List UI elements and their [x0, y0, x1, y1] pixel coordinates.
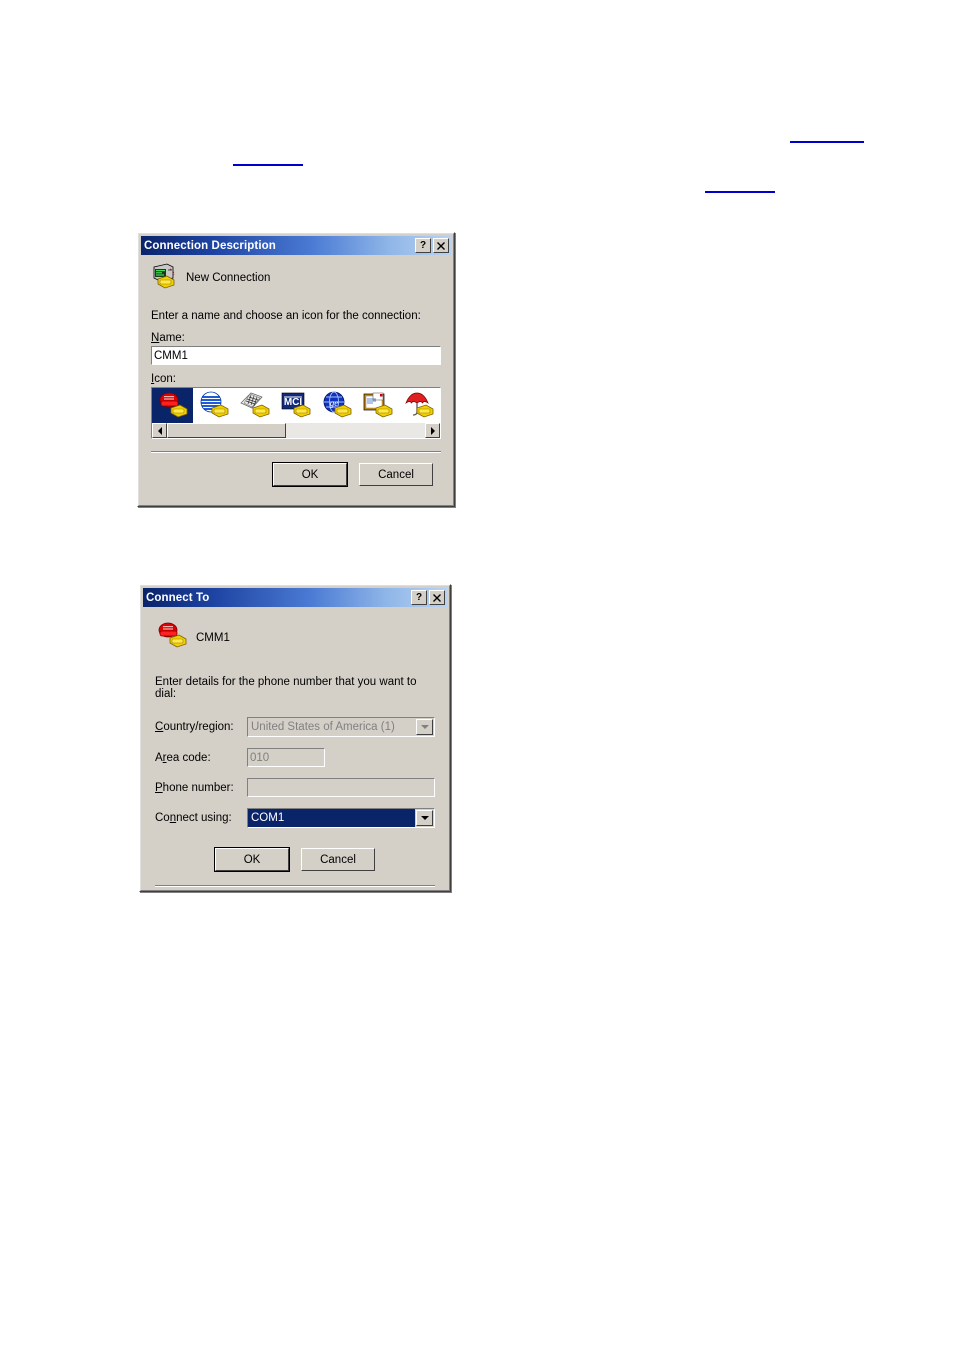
titlebar-title: Connect To — [146, 591, 210, 604]
connect-using-value: COM1 — [248, 809, 415, 827]
icon-notepad-documents — [363, 392, 393, 418]
country-region-control: United States of America (1) — [247, 717, 435, 737]
country-region-combobox[interactable]: United States of America (1) — [247, 717, 435, 737]
country-region-row: Country/region: United States of America… — [155, 717, 435, 737]
dialog-inner-frame: Connection Description ? New Connection … — [138, 233, 454, 506]
titlebar-title: Connection Description — [144, 239, 276, 252]
country-region-label-rest: ountry/region: — [163, 721, 234, 733]
cancel-button[interactable]: Cancel — [359, 463, 433, 486]
name-label-rest: ame: — [159, 332, 185, 344]
icon-list-item-mci[interactable]: MCI — [275, 388, 316, 424]
ok-button[interactable]: OK — [272, 462, 348, 487]
icon-red-telephone — [159, 392, 187, 418]
icon-list-item-red-telephone[interactable] — [152, 388, 194, 424]
document-hyperlink-left[interactable] — [233, 164, 303, 166]
header-caption: New Connection — [186, 271, 271, 284]
connect-using-label-rest: nect using: — [176, 812, 232, 824]
icon-mci-logo: MCI — [281, 392, 311, 418]
icon-blue-globe-stripes — [200, 391, 229, 418]
scrollbar-thumb[interactable] — [167, 423, 286, 438]
name-input[interactable]: CMM1 — [151, 346, 441, 365]
red-telephone-modem-icon — [155, 621, 189, 654]
icon-listbox[interactable]: MCI ge — [151, 387, 441, 439]
close-icon[interactable] — [429, 590, 445, 605]
phone-number-label: Phone number: — [155, 782, 247, 794]
connect-using-row: Connect using: COM1 — [155, 808, 435, 828]
area-code-label-pre: A — [155, 751, 163, 764]
icon-list-item-blue-globe[interactable] — [193, 388, 234, 424]
icon-strip: MCI ge — [152, 388, 440, 424]
connect-using-combobox[interactable]: COM1 — [247, 808, 435, 828]
chevron-down-icon[interactable] — [416, 719, 433, 735]
area-code-label: Area code: — [155, 752, 247, 764]
connect-to-dialog: Connect To ? CMM1 Enter details for the … — [139, 584, 451, 892]
connect-using-control: COM1 — [247, 808, 435, 828]
scrollbar-track[interactable] — [167, 423, 425, 438]
dialog-button-row: OK Cancel — [155, 847, 435, 872]
dialog-prompt: Enter a name and choose an icon for the … — [151, 310, 421, 322]
close-x-glyph — [433, 593, 441, 602]
icon-list-item-red-umbrella[interactable] — [399, 388, 440, 424]
area-code-value: 010 — [250, 751, 270, 764]
titlebar[interactable]: Connect To ? — [143, 588, 447, 607]
dialog-header-row: CMM1 — [155, 621, 435, 654]
country-region-value: United States of America (1) — [251, 721, 395, 733]
icon-list-item-notepad[interactable] — [358, 388, 399, 424]
close-icon[interactable] — [433, 238, 449, 253]
cancel-button[interactable]: Cancel — [301, 848, 375, 871]
connection-description-dialog: Connection Description ? New Connection … — [137, 232, 455, 507]
scroll-left-icon[interactable] — [152, 423, 167, 438]
area-code-label-rest: ea code: — [166, 751, 211, 764]
area-code-input[interactable]: 010 — [247, 748, 325, 767]
area-code-row: Area code: 010 — [155, 748, 435, 767]
icon-checkered-pages — [240, 392, 270, 418]
help-icon[interactable]: ? — [415, 238, 431, 253]
header-caption: CMM1 — [196, 631, 230, 644]
new-connection-modem-icon — [151, 263, 179, 292]
country-region-label: Country/region: — [155, 721, 247, 733]
connect-using-label-pre: Co — [155, 812, 170, 824]
svg-text:ge: ge — [330, 398, 339, 408]
icon-label-rest: con: — [154, 373, 176, 385]
phone-number-control — [247, 778, 435, 797]
help-icon[interactable]: ? — [411, 590, 427, 605]
connect-using-label: Connect using: — [155, 812, 247, 824]
document-hyperlink-top-right[interactable] — [790, 141, 864, 143]
document-hyperlink-mid-right[interactable] — [705, 191, 775, 193]
dialog-body: CMM1 Enter details for the phone number … — [143, 607, 447, 895]
separator-groove — [151, 451, 441, 453]
name-input-value: CMM1 — [154, 349, 188, 362]
ok-button[interactable]: OK — [214, 847, 290, 872]
separator-groove — [155, 885, 435, 887]
icon-red-umbrella — [405, 392, 434, 418]
dialog-prompt: Enter details for the phone number that … — [155, 676, 417, 700]
chevron-down-icon[interactable] — [416, 810, 433, 826]
phone-number-input[interactable] — [247, 778, 435, 797]
dialog-inner-frame: Connect To ? CMM1 Enter details for the … — [140, 585, 450, 891]
dialog-body: New Connection Enter a name and choose a… — [141, 255, 451, 492]
phone-number-label-accel: P — [155, 781, 163, 794]
dialog-button-row: OK Cancel — [151, 462, 441, 487]
phone-number-row: Phone number: — [155, 778, 435, 797]
titlebar[interactable]: Connection Description ? — [141, 236, 451, 255]
area-code-control: 010 — [247, 748, 325, 767]
icon-field-label: Icon: — [151, 373, 441, 385]
phone-number-label-rest: hone number: — [162, 781, 234, 794]
icon-list-item-ge-globe[interactable]: ge — [317, 388, 358, 424]
icon-list-horizontal-scrollbar[interactable] — [152, 423, 440, 438]
dialog-header-row: New Connection — [151, 263, 441, 292]
icon-list-item-checkered-pages[interactable] — [234, 388, 275, 424]
name-field-label: Name: — [151, 332, 441, 344]
close-x-glyph — [437, 241, 445, 250]
scroll-right-icon[interactable] — [425, 423, 440, 438]
icon-ge-globe: ge — [323, 391, 352, 418]
